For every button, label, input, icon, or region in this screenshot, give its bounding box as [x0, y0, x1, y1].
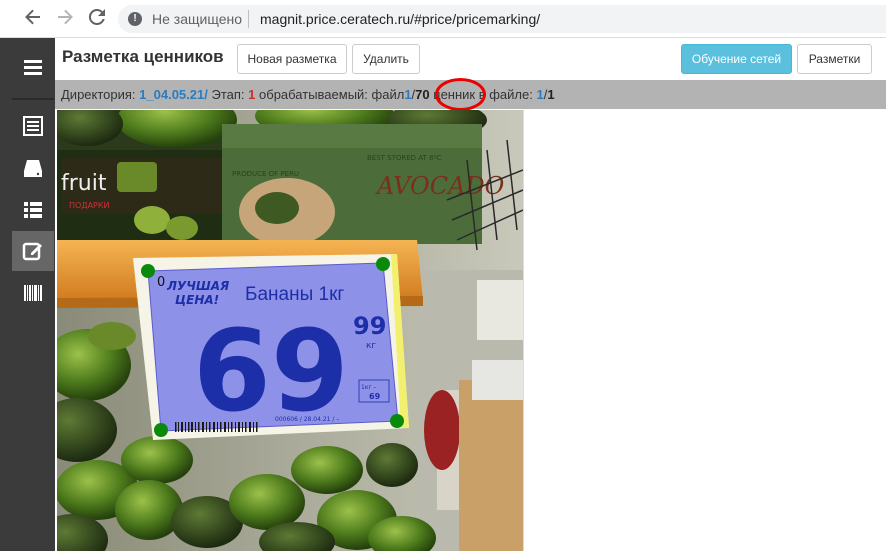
- forward-arrow-icon[interactable]: [54, 8, 76, 30]
- box-text-1: BEST STORED AT 8ºC: [367, 154, 442, 162]
- corner-handle-bottom-left: [154, 423, 168, 437]
- tag-slogan-2: ЦЕНА!: [175, 293, 219, 307]
- price-total: 1: [547, 87, 555, 102]
- delete-button[interactable]: Удалить: [352, 44, 420, 74]
- tag-price-cents: 99: [353, 312, 386, 340]
- omnibox-separator: [248, 10, 249, 28]
- corner-handle-top-right: [376, 257, 390, 271]
- menu-icon[interactable]: [12, 48, 54, 88]
- page-title: Разметка ценников: [62, 47, 224, 66]
- red-circle-annotation: [435, 78, 486, 111]
- corner-index-label: 0: [157, 275, 165, 290]
- not-secure-label[interactable]: Не защищено: [152, 11, 242, 27]
- directory-value[interactable]: 1_04.05.21/: [139, 87, 208, 102]
- tag-per-kg-1: 1кг –: [361, 384, 377, 391]
- new-marking-button[interactable]: Новая разметка: [237, 44, 347, 74]
- sidebar-divider: [12, 98, 54, 100]
- tag-unit: кг: [366, 341, 376, 351]
- directory-label: Директория:: [61, 87, 136, 102]
- tag-product: Бананы 1кг: [245, 284, 344, 305]
- network-training-button[interactable]: Обучение сетей: [681, 44, 792, 74]
- tag-barcode-text: 000606 / 28.04.21 / –: [275, 416, 339, 423]
- file-total: 70: [415, 87, 430, 102]
- page-header: Разметка ценников Новая разметка Удалить…: [55, 38, 886, 80]
- back-arrow-icon[interactable]: [22, 8, 44, 30]
- tag-slogan-1: ЛУЧШАЯ: [166, 279, 229, 293]
- app-sidebar: [0, 38, 55, 551]
- box-text-2: PRODUCE OF PERU: [232, 170, 299, 178]
- tag-per-kg-2: 69: [369, 392, 381, 401]
- corner-handle-bottom-right: [390, 414, 404, 428]
- photo-canvas: fruit ПОДАРКИ BEST STORED AT 8ºC PRODUCE…: [57, 110, 523, 551]
- list-icon[interactable]: [12, 106, 54, 146]
- table-list-icon[interactable]: [12, 190, 54, 230]
- corner-handle-top-left: [141, 264, 155, 278]
- price-tag-photo[interactable]: fruit ПОДАРКИ BEST STORED AT 8ºC PRODUCE…: [57, 110, 523, 551]
- stage-value: 1: [248, 87, 256, 102]
- fruit-box-subtext: ПОДАРКИ: [69, 201, 110, 210]
- fruit-box-text: fruit: [61, 171, 107, 196]
- warning-icon[interactable]: !: [128, 12, 142, 26]
- barcode-icon[interactable]: [12, 273, 54, 313]
- box-text-3: AVOCADO: [375, 172, 505, 200]
- edit-icon[interactable]: [12, 231, 54, 271]
- browser-toolbar: ! Не защищено magnit.price.ceratech.ru/#…: [0, 0, 886, 38]
- file-label: обрабатываемый: файл: [259, 87, 405, 102]
- reload-icon[interactable]: [86, 8, 108, 30]
- url-text[interactable]: magnit.price.ceratech.ru/#price/pricemar…: [260, 11, 540, 27]
- drive-icon[interactable]: [12, 148, 54, 188]
- address-bar[interactable]: ! Не защищено magnit.price.ceratech.ru/#…: [118, 5, 886, 33]
- markings-button[interactable]: Разметки: [797, 44, 872, 74]
- price-current: 1: [536, 87, 544, 102]
- stage-label: Этап:: [211, 87, 245, 102]
- file-current: 1: [404, 87, 412, 102]
- status-bar: Директория: 1_04.05.21/ Этап: 1 обрабаты…: [55, 78, 886, 111]
- right-panel: [523, 110, 886, 551]
